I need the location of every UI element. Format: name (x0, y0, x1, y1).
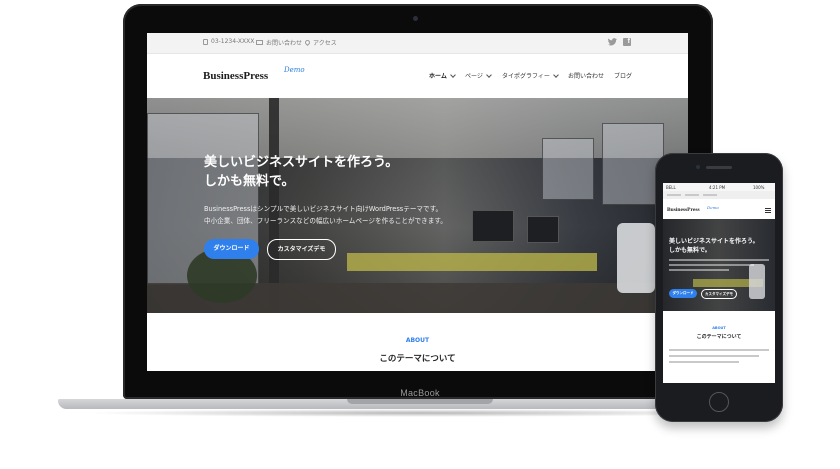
phone-status-bar: BELL 4:21 PM 100% (663, 183, 775, 191)
laptop-camera (413, 16, 418, 21)
phone-hero-title: 美しいビジネスサイトを作ろう。 しかも無料で。 (669, 238, 759, 254)
phone-icon (203, 38, 208, 45)
site-logo[interactable]: BusinessPress (203, 70, 268, 82)
hero-photo-monitor (527, 216, 559, 243)
nav-typography[interactable]: タイポグラフィー (502, 71, 559, 80)
hero-section: 美しいビジネスサイトを作ろう。 しかも無料で。 BusinessPressはシン… (147, 98, 688, 313)
phone-battery: 100% (753, 185, 765, 190)
phone-site-header: BusinessPress Demo (663, 199, 775, 219)
hero-description: BusinessPressはシンプルで美しいビジネスサイト向けWordPress… (204, 205, 447, 225)
about-title: このテーマについて (379, 354, 456, 364)
about-section: ABOUT このテーマについて (147, 313, 688, 371)
topbar-access-link[interactable]: アクセス (303, 38, 337, 47)
chevron-down-icon (449, 71, 456, 78)
topbar-phone[interactable]: 03-1234-XXXX (203, 38, 254, 45)
chevron-down-icon (553, 71, 559, 78)
phone-site-logo[interactable]: BusinessPress (667, 207, 700, 213)
hero-title: 美しいビジネスサイトを作ろう。 しかも無料で。 (204, 155, 399, 189)
phone-time: 4:21 PM (709, 185, 726, 190)
site-header: BusinessPress Demo ホーム ページ タイポグラフィー お問い合… (147, 54, 688, 98)
phone-logo-demo-badge: Demo (707, 205, 719, 210)
nav-pages[interactable]: ページ (465, 71, 492, 80)
phone-customize-demo-button[interactable]: カスタマイズデモ (701, 289, 737, 299)
nav-contact[interactable]: お問い合わせ (568, 71, 604, 80)
nav-blog[interactable]: ブログ (614, 71, 632, 80)
hero-photo-desk (347, 253, 597, 271)
phone-screen: BELL 4:21 PM 100% BusinessPress Demo 美しい… (663, 183, 775, 383)
phone-hero-description (669, 259, 769, 273)
site-topbar: 03-1234-XXXX お問い合わせ アクセス f (147, 33, 688, 54)
nav-home[interactable]: ホーム (429, 71, 456, 80)
about-label: ABOUT (405, 337, 430, 344)
hero-photo-chair (617, 223, 655, 293)
laptop-base-notch (347, 399, 493, 404)
download-button[interactable]: ダウンロード (204, 239, 259, 259)
phone-hero-section: 美しいビジネスサイトを作ろう。 しかも無料で。 ダウンロード カスタマイズデモ (663, 219, 775, 311)
phone-about-text (669, 349, 769, 367)
phone-carrier: BELL (666, 185, 676, 190)
phone-about-title: このテーマについて (696, 334, 742, 340)
chevron-down-icon (486, 71, 492, 78)
map-pin-icon (303, 38, 312, 47)
phone-speaker (706, 166, 732, 169)
envelope-icon (256, 40, 263, 45)
facebook-icon[interactable]: f (623, 38, 631, 46)
topbar-contact-link[interactable]: お問い合わせ (256, 38, 302, 47)
hero-photo-window (542, 138, 594, 200)
hamburger-menu-icon[interactable] (765, 208, 771, 213)
phone-site-topbar (663, 191, 775, 199)
phone-camera (696, 165, 700, 169)
logo-demo-badge: Demo (284, 66, 305, 74)
phone-home-button[interactable] (709, 392, 729, 412)
customize-demo-button[interactable]: カスタマイズデモ (267, 239, 336, 260)
laptop-screen: 03-1234-XXXX お問い合わせ アクセス f BusinessPress… (147, 33, 688, 371)
phone-download-button[interactable]: ダウンロード (669, 289, 697, 298)
twitter-icon[interactable] (608, 38, 617, 46)
phone-about-label: ABOUT (712, 326, 726, 330)
